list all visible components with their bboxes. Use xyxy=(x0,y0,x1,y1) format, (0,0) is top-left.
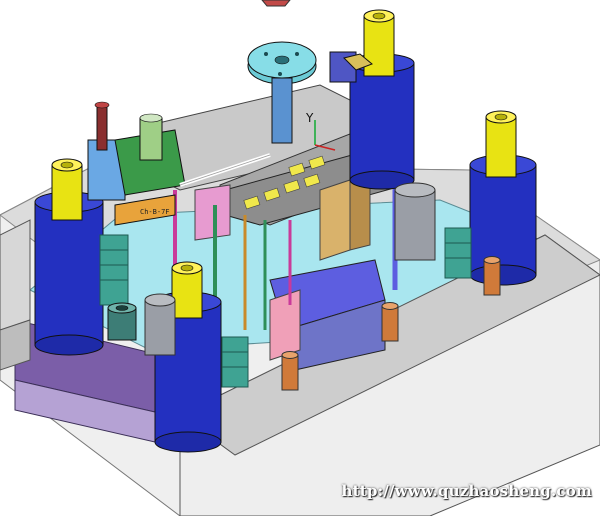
axis-y-label: Y xyxy=(305,111,314,125)
green-small-cylinder xyxy=(107,302,137,341)
plate-label: Ch-B-7F xyxy=(140,208,170,216)
watermark-text: http://www.quzhaosheng.com xyxy=(341,482,592,500)
left-grey-block xyxy=(0,219,31,371)
cad-viewport[interactable]: Ch-B-7F Y http://www.quzhaosheng.com xyxy=(0,0,600,516)
mold-assembly-3d-icon: Ch-B-7F Y xyxy=(0,0,600,516)
top-red-handle xyxy=(261,0,291,7)
